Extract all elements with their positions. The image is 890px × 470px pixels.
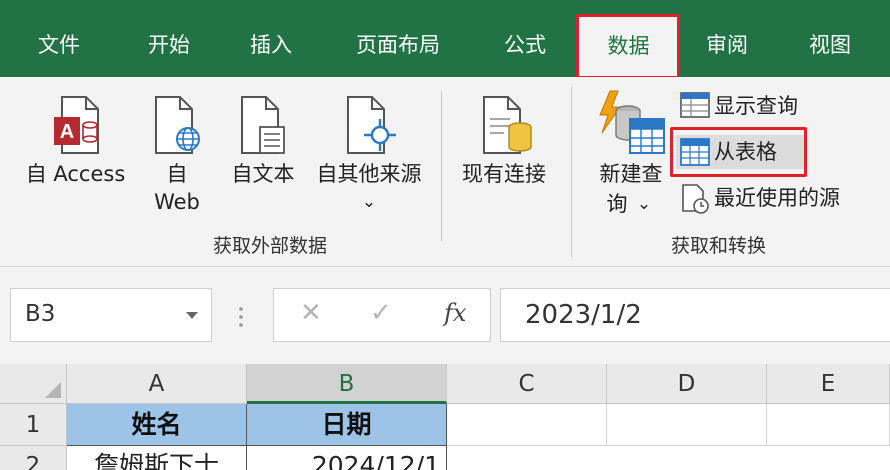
- formula-controls: ✕ ✓ fx: [273, 288, 491, 342]
- from-text-button[interactable]: 自文本: [224, 91, 302, 201]
- tab-review[interactable]: 审阅: [686, 0, 768, 77]
- from-access-button[interactable]: A 自 Access: [18, 91, 133, 201]
- drag-handle-icon[interactable]: [238, 306, 244, 328]
- existing-connections-button[interactable]: 现有连接: [452, 91, 556, 201]
- cell-b1[interactable]: 日期: [247, 404, 447, 446]
- tab-insert[interactable]: 插入: [230, 0, 312, 77]
- tab-home[interactable]: 开始: [128, 0, 210, 77]
- row-header-2[interactable]: 2: [0, 446, 67, 470]
- ribbon: A 自 Access 自 Web 自文本 自其他来源 ⌄ 获取外部数据 现有连接…: [0, 77, 890, 267]
- cell-d1[interactable]: [607, 404, 767, 446]
- cell-a1[interactable]: 姓名: [67, 404, 247, 446]
- cell-c1[interactable]: [447, 404, 607, 446]
- menu-bar: 文件 开始 插入 页面布局 公式 数据 审阅 视图: [0, 0, 890, 79]
- recent-sources-icon: [682, 184, 709, 214]
- show-queries-icon: [680, 92, 710, 118]
- row-header-1[interactable]: 1: [0, 404, 67, 446]
- recent-sources-label: 最近使用的源: [714, 186, 840, 210]
- column-header-e[interactable]: E: [767, 364, 890, 404]
- select-all-corner[interactable]: [0, 364, 67, 404]
- highlight-box-from-table: [670, 127, 807, 177]
- tab-file[interactable]: 文件: [18, 0, 100, 77]
- new-query-label-2: 询: [606, 192, 628, 216]
- formula-bar: B3 ✕ ✓ fx 2023/1/2: [0, 268, 890, 364]
- recent-sources-button[interactable]: 最近使用的源: [676, 181, 876, 215]
- chevron-down-icon: ⌄: [636, 194, 652, 214]
- from-web-button[interactable]: 自 Web: [146, 91, 208, 217]
- cell-b2[interactable]: 2024/12/1: [247, 446, 447, 470]
- text-file-icon: [241, 96, 285, 154]
- from-web-label-2: Web: [154, 190, 200, 214]
- column-header-c[interactable]: C: [447, 364, 607, 404]
- formula-input[interactable]: 2023/1/2: [500, 288, 890, 342]
- existing-connections-label: 现有连接: [462, 162, 546, 186]
- new-query-button[interactable]: 新建查 询 ⌄: [588, 87, 674, 227]
- insert-function-icon[interactable]: fx: [444, 299, 466, 327]
- tab-page-layout[interactable]: 页面布局: [336, 0, 460, 77]
- other-sources-icon: [347, 96, 396, 154]
- cell-a2[interactable]: 詹姆斯下士: [67, 446, 247, 470]
- from-text-label: 自文本: [231, 162, 295, 186]
- select-all-icon: [45, 382, 61, 398]
- spreadsheet-grid: A B C D E 1 2 姓名 日期 詹姆斯下士 2024/12/1: [0, 364, 890, 470]
- show-queries-label: 显示查询: [714, 94, 798, 118]
- show-queries-button[interactable]: 显示查询: [676, 89, 836, 123]
- group-label-get-transform: 获取和转换: [671, 235, 767, 257]
- formula-value: 2023/1/2: [525, 300, 642, 330]
- name-box-value: B3: [25, 301, 56, 327]
- svg-text:A: A: [60, 121, 74, 143]
- from-other-sources-button[interactable]: 自其他来源 ⌄: [306, 91, 432, 221]
- enter-icon[interactable]: ✓: [370, 298, 392, 328]
- dropdown-caret-icon[interactable]: [185, 311, 199, 320]
- column-header-d[interactable]: D: [607, 364, 767, 404]
- highlight-box-data-tab: [576, 14, 680, 79]
- name-box[interactable]: B3: [10, 288, 212, 342]
- chevron-down-icon: ⌄: [361, 192, 377, 212]
- tab-formulas[interactable]: 公式: [484, 0, 566, 77]
- group-label-get-external-data: 获取外部数据: [213, 235, 328, 257]
- column-header-b[interactable]: B: [247, 364, 447, 404]
- existing-connections-icon: [483, 96, 532, 154]
- access-icon: A: [54, 96, 99, 154]
- ribbon-divider: [441, 91, 442, 241]
- cancel-icon[interactable]: ✕: [300, 298, 322, 328]
- new-query-icon: [599, 90, 665, 154]
- new-query-label-1: 新建查: [599, 162, 663, 186]
- from-other-sources-label: 自其他来源: [316, 162, 422, 186]
- cell-e1[interactable]: [767, 404, 890, 446]
- from-access-label: 自 Access: [25, 162, 126, 186]
- from-web-label-1: 自: [166, 162, 188, 186]
- column-header-a[interactable]: A: [67, 364, 247, 404]
- ribbon-divider: [571, 87, 572, 257]
- web-icon: [155, 96, 200, 154]
- tab-view[interactable]: 视图: [789, 0, 871, 77]
